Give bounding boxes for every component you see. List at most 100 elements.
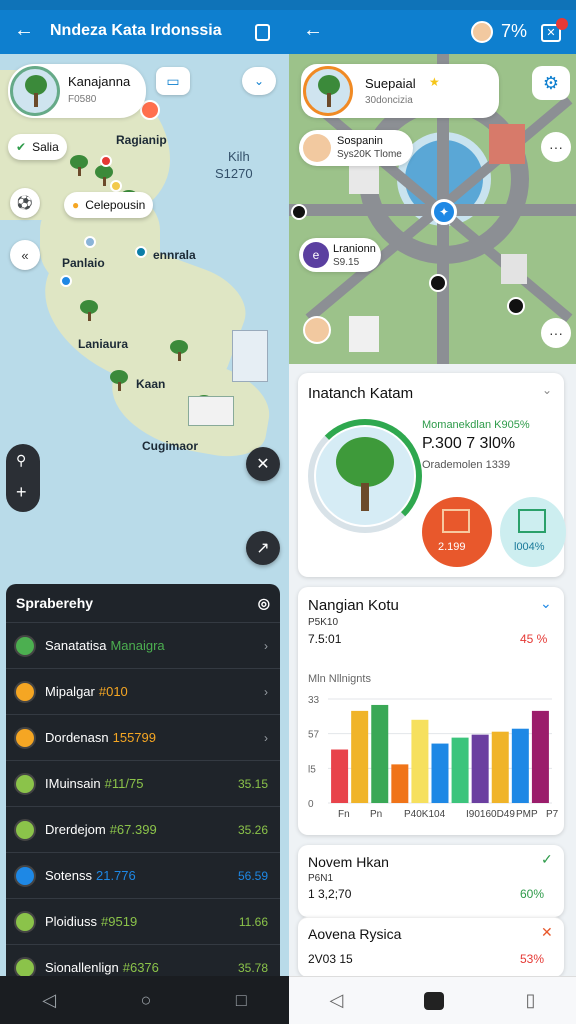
place-list: Spraberehy ◎ Sanatatisa Manaigra › Mipalgar…	[6, 584, 280, 976]
map-label: Kaan	[136, 377, 166, 391]
list-item[interactable]: Drerdejom #67.399 35.26	[6, 806, 280, 852]
stat-value: 2.199	[438, 541, 466, 553]
chevron-down-icon[interactable]: ⌄	[242, 67, 276, 95]
bar[interactable]	[391, 764, 409, 803]
football-icon[interactable]: ⚽	[10, 188, 40, 218]
chat-icon[interactable]: ▭	[156, 67, 190, 95]
chart-card[interactable]: Nangian Kotu ⌄ P5K10 7.5:01 45 % Mln Nll…	[298, 587, 564, 835]
profile-card[interactable]: Kanajanna F0580	[8, 64, 146, 118]
tree-icon	[170, 340, 188, 362]
more-icon[interactable]: ···	[541, 318, 571, 348]
bar[interactable]	[431, 743, 449, 803]
chevron-right-icon: ›	[264, 638, 268, 653]
map-pin-icon[interactable]	[110, 180, 122, 192]
tag-icon: ●	[72, 198, 80, 212]
map-label: ennrala	[153, 248, 196, 262]
card-value: 2V03 15	[308, 952, 353, 966]
place-icon	[14, 818, 36, 841]
pin-name: Sospanin	[337, 135, 383, 147]
chevron-down-icon[interactable]: ⌄	[542, 383, 552, 397]
chip-celepousin[interactable]: ● Celepousin	[64, 192, 154, 218]
close-icon[interactable]: ✕	[246, 447, 280, 481]
gear-icon[interactable]: ⚙	[532, 66, 570, 100]
share-icon[interactable]: «	[10, 240, 40, 270]
card-sub: Orademolen 1339	[422, 459, 511, 471]
map-pin-icon[interactable]	[135, 246, 147, 258]
more-icon[interactable]: ···	[541, 132, 571, 162]
status-bar	[0, 0, 289, 10]
bar[interactable]	[371, 704, 389, 803]
bar[interactable]	[531, 710, 549, 803]
battery-text: 7%	[501, 21, 528, 41]
app-title: Nndeza Kata Irdonssia	[50, 22, 222, 39]
map-pin-icon[interactable]	[507, 297, 525, 315]
chevron-right-icon: ›	[264, 730, 268, 745]
green-label: Momanekdlan K905%	[422, 419, 530, 431]
navigation-icon[interactable]: ↗	[246, 531, 280, 565]
chip-salia[interactable]: ✔ Salia	[8, 134, 67, 160]
home-nav-icon[interactable]: ○	[141, 990, 152, 1011]
list-item[interactable]: Mipalgar #010 ›	[6, 668, 280, 714]
bookmark-icon[interactable]	[255, 24, 270, 41]
bar[interactable]	[331, 749, 349, 803]
map-pin-icon[interactable]	[100, 155, 112, 167]
list-item[interactable]: Sotenss 21.776 56.59	[6, 852, 280, 898]
avatar[interactable]	[471, 21, 493, 43]
bookmark-nav-icon[interactable]: ▯	[526, 990, 536, 1011]
map-pin-card[interactable]: Sospanin Sys20K Tlome	[299, 130, 413, 166]
chevron-down-icon[interactable]: ⌄	[540, 595, 552, 612]
pin-sub: S9.15	[333, 257, 360, 268]
card-pct: 45 %	[520, 632, 548, 646]
list-item-value: #6376	[122, 960, 159, 975]
location-marker-icon[interactable]: ✦	[431, 199, 457, 225]
card-value: 1 3,2;70	[308, 887, 352, 901]
bar[interactable]	[511, 728, 529, 803]
settings-circle-icon[interactable]: ◎	[258, 595, 270, 612]
y-tick-label: 33	[308, 695, 320, 706]
place-icon	[14, 864, 36, 887]
card-title: Aovena Rysica	[308, 926, 402, 942]
y-tick-label: l5	[308, 764, 316, 775]
list-item[interactable]: IMuinsain #11/75 35.15	[6, 760, 280, 806]
back-nav-icon[interactable]: ◁	[42, 990, 56, 1011]
bar[interactable]	[351, 710, 369, 803]
list-item[interactable]: Ploidiuss #9519 11.66	[6, 898, 280, 944]
map-pin-icon[interactable]	[84, 236, 96, 248]
map-pin-icon[interactable]	[291, 204, 307, 220]
back-arrow-icon[interactable]: ←	[303, 19, 323, 42]
amount: P.300 7 3l0%	[422, 435, 516, 452]
recents-nav-icon[interactable]: □	[236, 990, 247, 1011]
bar[interactable]	[471, 734, 489, 803]
back-arrow-icon[interactable]: ←	[14, 19, 34, 42]
profile-card[interactable]: Suepaial ★ 30doncizia	[301, 64, 499, 118]
bar[interactable]	[411, 719, 429, 803]
bar[interactable]	[451, 737, 469, 803]
list-item[interactable]: Sionallenlign #6376 35.78	[6, 944, 280, 976]
place-icon	[14, 910, 36, 933]
map-pin-icon[interactable]	[429, 274, 447, 292]
map-pin-icon[interactable]	[60, 275, 72, 287]
summary-card[interactable]: Inatanch Katam ⌄ Momanekdlan K905% P.300…	[298, 373, 566, 577]
tree-icon	[70, 155, 88, 177]
check-icon[interactable]: ✓	[541, 851, 553, 868]
close-icon[interactable]: ✕	[541, 924, 553, 941]
star-icon: ★	[429, 75, 440, 89]
list-item[interactable]: Sanatatisa Manaigra ›	[6, 622, 280, 668]
bar[interactable]	[491, 731, 509, 803]
tree-icon	[80, 300, 98, 322]
search-icon[interactable]: ⚲	[16, 452, 26, 469]
home-nav-icon[interactable]	[424, 991, 445, 1010]
info-card[interactable]: Aovena Rysica ✕ 2V03 15 53%	[298, 917, 564, 977]
profile-name: Suepaial	[365, 76, 416, 91]
zoom-in-icon[interactable]: +	[16, 482, 27, 503]
list-item-name: IMuinsain	[45, 776, 101, 791]
info-card[interactable]: Novem Hkan ✓ P6N1 1 3,2;70 60%	[298, 845, 564, 917]
map-pin-card[interactable]: e Lranionn S9.15	[299, 238, 381, 272]
map-label: Kilh	[228, 149, 250, 164]
avatar[interactable]	[303, 316, 331, 344]
list-item-name: Mipalgar	[45, 684, 95, 699]
list-item[interactable]: Dordenasn 155799 ›	[6, 714, 280, 760]
system-nav-bar: ◁ ○ □	[0, 976, 289, 1024]
back-nav-icon[interactable]: ◁	[330, 990, 344, 1011]
pin-sub: Sys20K Tlome	[337, 149, 402, 160]
